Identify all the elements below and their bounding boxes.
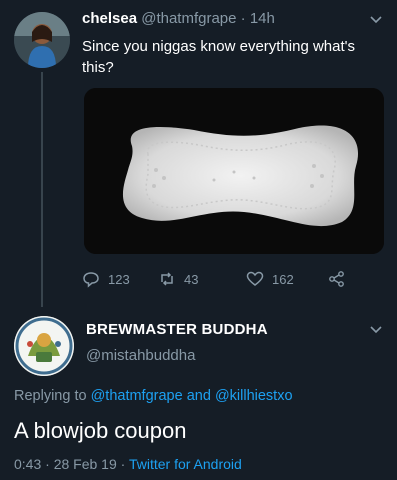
chevron-down-icon[interactable]	[369, 12, 383, 26]
timestamp[interactable]: 14h	[250, 10, 275, 27]
replying-to: Replying to @thatmfgrape and @killhiestx…	[14, 388, 293, 404]
mention-link[interactable]: @killhiestxo	[215, 388, 293, 404]
pad-image	[84, 88, 384, 254]
date[interactable]: 28 Feb 19	[54, 456, 117, 472]
like-count: 162	[272, 271, 294, 287]
replying-prefix: Replying to	[14, 388, 87, 404]
mention-link[interactable]: @thatmfgrape	[91, 388, 183, 404]
original-tweet[interactable]: chelsea @thatmfgrape · 14h Since you nig…	[0, 0, 397, 307]
mention-and[interactable]: and	[187, 388, 211, 404]
share-icon	[329, 271, 344, 287]
username[interactable]: @thatmfgrape	[141, 10, 236, 27]
separator: ·	[45, 456, 50, 472]
share-action[interactable]	[328, 270, 346, 288]
tweet-actions: 123 43 162	[82, 270, 372, 290]
reply-action[interactable]: 123	[82, 270, 130, 288]
tweet-header: chelsea @thatmfgrape · 14h	[82, 10, 275, 27]
display-name[interactable]: BREWMASTER BUDDHA	[86, 321, 268, 338]
timestamp[interactable]: 0:43	[14, 456, 41, 472]
source-link[interactable]: Twitter for Android	[129, 456, 242, 472]
display-name[interactable]: chelsea	[82, 10, 137, 27]
reply-icon	[83, 272, 99, 288]
tweet-text: Since you niggas know everything what's …	[82, 38, 356, 76]
avatar[interactable]	[14, 316, 74, 376]
retweet-count: 43	[184, 271, 199, 287]
chevron-down-icon[interactable]	[369, 322, 383, 336]
tweet-media[interactable]	[84, 88, 384, 254]
like-icon	[246, 271, 264, 286]
reply-count: 123	[108, 271, 130, 287]
like-action[interactable]: 162	[246, 270, 294, 288]
thread-line	[41, 72, 43, 307]
username[interactable]: @mistahbuddha	[86, 347, 195, 364]
separator: ·	[240, 10, 246, 27]
tweet-meta: 0:43 · 28 Feb 19 · Twitter for Android	[14, 456, 242, 472]
reply-tweet[interactable]: BREWMASTER BUDDHA @mistahbuddha Replying…	[0, 300, 397, 480]
retweet-action[interactable]: 43	[158, 270, 198, 288]
avatar[interactable]	[14, 12, 70, 68]
tweet-text: A blowjob coupon	[14, 418, 187, 443]
separator: ·	[120, 456, 126, 472]
retweet-icon	[161, 272, 173, 286]
